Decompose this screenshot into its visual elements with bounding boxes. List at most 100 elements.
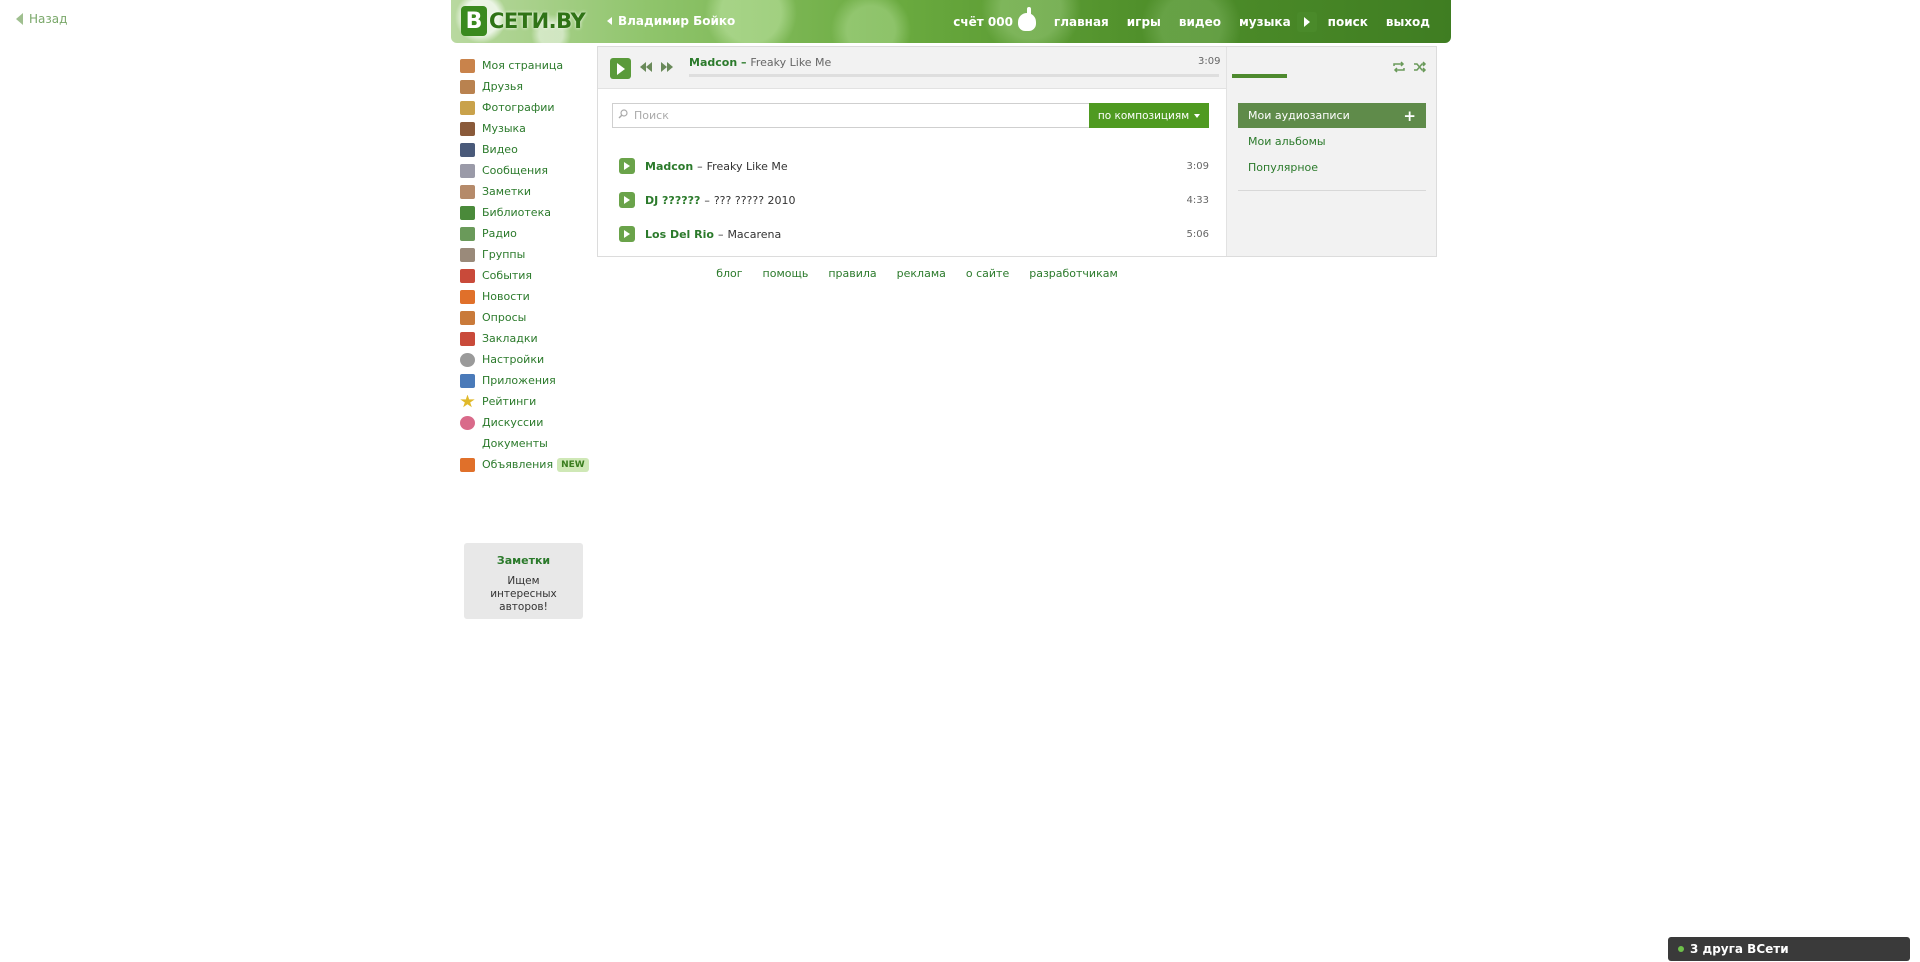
nav-logout[interactable]: выход	[1377, 15, 1439, 29]
sidebar-item-discussions[interactable]: Дискуссии	[460, 412, 590, 433]
sidebar-item-events[interactable]: События	[460, 265, 590, 286]
search-mode-label: по композициям	[1097, 109, 1190, 122]
track-play-button[interactable]	[619, 226, 635, 242]
sidebar-item-friends[interactable]: Друзья	[460, 76, 590, 97]
list-item: Los Del Rio – Macarena 5:06	[619, 217, 1209, 251]
track-artist[interactable]: DJ ??????	[645, 194, 700, 207]
sidebar-item-news[interactable]: Новости	[460, 286, 590, 307]
sidebar-item-video[interactable]: Видео	[460, 139, 590, 160]
shuffle-icon[interactable]	[1413, 61, 1427, 73]
track-title[interactable]: ??? ????? 2010	[714, 194, 796, 207]
sidebar-item-label: Библиотека	[482, 206, 551, 219]
nav-video[interactable]: видео	[1170, 15, 1230, 29]
track-play-button[interactable]	[619, 192, 635, 208]
play-icon	[624, 196, 630, 204]
footer: блог помощь правила реклама о сайте разр…	[597, 267, 1437, 280]
footer-ads-link[interactable]: реклама	[897, 267, 946, 280]
library-icon	[460, 205, 475, 220]
nav-games[interactable]: игры	[1118, 15, 1170, 29]
volume-slider[interactable]	[1232, 74, 1287, 78]
previous-track-button[interactable]	[640, 62, 652, 72]
new-badge: NEW	[557, 457, 589, 472]
friends-icon	[460, 79, 475, 94]
search-icon	[618, 109, 628, 119]
forward-icon-part	[667, 62, 673, 72]
sidebar-item-label: Приложения	[482, 374, 556, 387]
sidebar-item-notes[interactable]: Заметки	[460, 181, 590, 202]
nav-search[interactable]: поиск	[1319, 15, 1377, 29]
nav-home[interactable]: главная	[1045, 15, 1118, 29]
sidebar-item-ratings[interactable]: Рейтинги	[460, 391, 590, 412]
sidebar-item-apps[interactable]: Приложения	[460, 370, 590, 391]
sidebar-item-label: События	[482, 269, 533, 282]
logo-mark: В	[461, 6, 487, 36]
footer-developers-link[interactable]: разработчикам	[1029, 267, 1118, 280]
track-title[interactable]: Freaky Like Me	[707, 160, 788, 173]
sidebar-item-music[interactable]: Музыка	[460, 118, 590, 139]
sidebar-item-library[interactable]: Библиотека	[460, 202, 590, 223]
sidebar-item-photos[interactable]: Фотографии	[460, 97, 590, 118]
footer-help-link[interactable]: помощь	[763, 267, 809, 280]
sidebar-item-label: Дискуссии	[482, 416, 544, 429]
sidebar-item-messages[interactable]: Сообщения	[460, 160, 590, 181]
documents-icon	[460, 437, 475, 451]
header-play-button[interactable]	[1296, 12, 1317, 32]
sidebar-item-polls[interactable]: Опросы	[460, 307, 590, 328]
track-play-button[interactable]	[619, 158, 635, 174]
notes-promo-title: Заметки	[496, 554, 551, 567]
menu-my-audio[interactable]: Мои аудиозаписи +	[1238, 103, 1426, 128]
now-playing-separator: –	[737, 56, 751, 69]
play-icon	[624, 162, 630, 170]
search-input[interactable]	[612, 103, 1090, 128]
next-track-button[interactable]	[661, 62, 673, 72]
score-label: счёт 000	[953, 15, 1013, 29]
triangle-left-icon	[607, 17, 612, 25]
now-playing-artist: Madcon	[689, 56, 738, 69]
sidebar-item-radio[interactable]: Радио	[460, 223, 590, 244]
audio-search: по композициям	[612, 103, 1212, 128]
back-label: Назад	[29, 12, 68, 26]
add-audio-icon[interactable]: +	[1403, 107, 1416, 125]
track-artist[interactable]: Los Del Rio	[645, 228, 714, 241]
online-friends-label: 3 друга ВСети	[1690, 942, 1789, 956]
discussions-icon	[460, 415, 475, 430]
repeat-icon[interactable]	[1392, 61, 1406, 73]
sidebar: Моя страница Друзья Фотографии Музыка Ви…	[460, 55, 590, 619]
now-playing-time: 3:09	[1198, 56, 1221, 67]
notes-promo-box[interactable]: Заметки Ищем интересных авторов!	[464, 543, 583, 619]
ratings-icon	[460, 394, 475, 408]
track-artist[interactable]: Madcon	[645, 160, 693, 173]
search-mode-dropdown[interactable]: по композициям	[1089, 103, 1209, 128]
player-play-button[interactable]	[610, 58, 631, 79]
back-link[interactable]: Назад	[16, 12, 67, 26]
track-title[interactable]: Macarena	[727, 228, 781, 241]
track-separator: –	[697, 159, 703, 173]
sidebar-item-settings[interactable]: Настройки	[460, 349, 590, 370]
bookmarks-icon	[460, 331, 475, 346]
track-separator: –	[704, 193, 710, 207]
menu-popular[interactable]: Популярное	[1238, 154, 1426, 180]
sidebar-item-documents[interactable]: Документы	[460, 433, 590, 454]
track-duration: 5:06	[1186, 228, 1209, 240]
sidebar-item-bookmarks[interactable]: Закладки	[460, 328, 590, 349]
online-status-icon	[1678, 946, 1684, 952]
sidebar-item-groups[interactable]: Группы	[460, 244, 590, 265]
sidebar-item-label: Опросы	[482, 311, 527, 324]
photos-icon	[460, 100, 475, 115]
footer-blog-link[interactable]: блог	[716, 267, 742, 280]
site-logo[interactable]: В СЕТИ.BY	[461, 6, 586, 36]
rabbit-icon	[1017, 7, 1036, 31]
progress-bar[interactable]	[689, 74, 1219, 77]
online-friends-bar[interactable]: 3 друга ВСети	[1668, 937, 1910, 961]
sidebar-item-my-page[interactable]: Моя страница	[460, 55, 590, 76]
footer-about-link[interactable]: о сайте	[966, 267, 1009, 280]
user-name-link[interactable]: Владимир Бойко	[607, 14, 735, 28]
score-link[interactable]: счёт 000	[944, 7, 1045, 31]
menu-my-albums[interactable]: Мои альбомы	[1238, 128, 1426, 154]
menu-divider	[1238, 190, 1426, 191]
sidebar-item-label: Музыка	[482, 122, 526, 135]
footer-rules-link[interactable]: правила	[828, 267, 876, 280]
polls-icon	[460, 310, 475, 325]
sidebar-item-ads[interactable]: Объявления NEW	[460, 454, 590, 475]
nav-music[interactable]: музыка	[1230, 15, 1295, 29]
